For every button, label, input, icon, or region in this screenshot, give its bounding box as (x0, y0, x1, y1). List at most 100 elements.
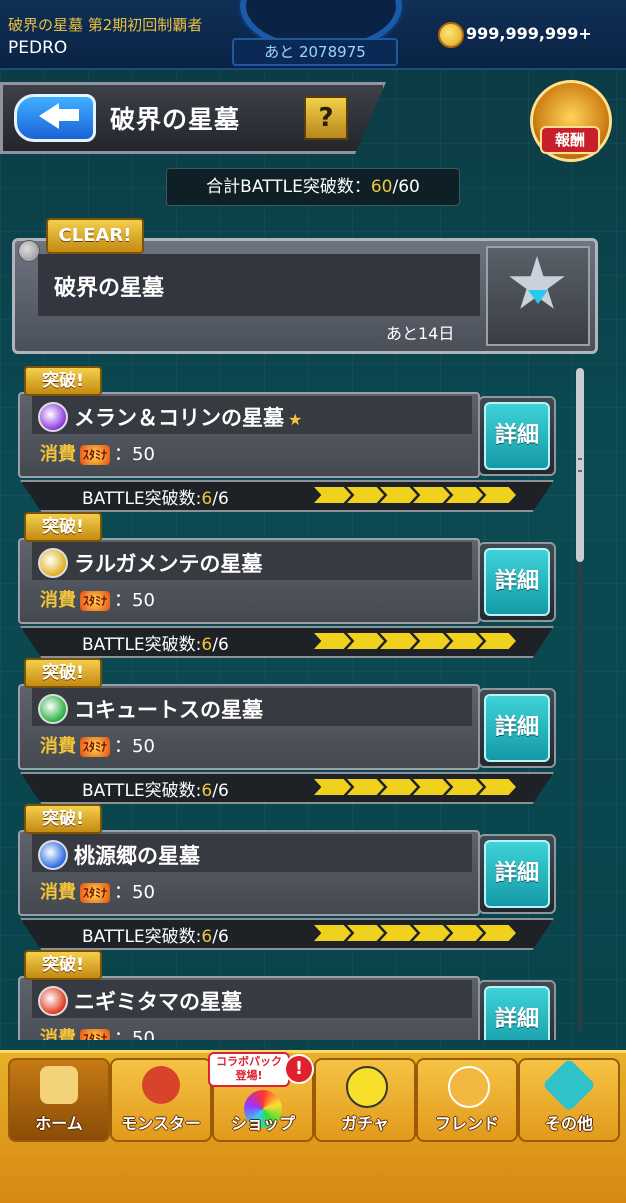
breakthrough-tag: 突破! (24, 658, 102, 688)
cost-label: 消費 (40, 590, 76, 611)
progress-chevron (479, 487, 516, 503)
breakthrough-tag: 突破! (24, 512, 102, 542)
detail-button-label[interactable]: 詳細 (484, 402, 550, 470)
cost-label: 消費 (40, 736, 76, 757)
progress-chevron (380, 925, 417, 941)
progress-chevron (413, 633, 450, 649)
nav-monster[interactable]: モンスター (110, 1058, 212, 1142)
battle-progress-bar (314, 779, 516, 795)
progress-chevron (446, 925, 483, 941)
element-icon (38, 548, 68, 578)
nav-home[interactable]: ホーム (8, 1058, 110, 1142)
home-icon (40, 1066, 78, 1104)
battle-current: 6 (201, 489, 213, 509)
battle-count: BATTLE突破数:6/6 (82, 922, 229, 947)
quest-name: 桃源郷の星墓 (74, 840, 204, 870)
quest-card[interactable]: 突破! コキュートスの星墓消費 ｽﾀﾐﾅ ：50 BATTLE突破数:6/6 詳細 (18, 658, 558, 804)
breakthrough-tag: 突破! (24, 804, 102, 834)
battle-label: BATTLE突破数: (82, 781, 202, 801)
progress-chevron (314, 779, 351, 795)
cost-row: 消費 ｽﾀﾐﾅ ：50 (40, 732, 155, 758)
gacha-egg-icon (346, 1066, 388, 1108)
stamina-icon: ｽﾀﾐﾅ (80, 591, 111, 611)
progress-chevron (380, 633, 417, 649)
collab-pack-line1: コラボパック (216, 1055, 282, 1068)
progress-chevron (347, 925, 384, 941)
quest-name-text: ラルガメンテの星墓 (74, 552, 263, 576)
nav-home-label: ホーム (35, 1114, 83, 1133)
element-icon (38, 840, 68, 870)
progress-chevron (479, 633, 516, 649)
battle-current: 6 (201, 927, 213, 947)
quest-card[interactable]: 突破! 桃源郷の星墓消費 ｽﾀﾐﾅ ：50 BATTLE突破数:6/6 詳細 (18, 804, 558, 950)
nav-friend-label: フレンド (434, 1114, 499, 1133)
battle-max: /6 (212, 927, 229, 947)
battle-label: BATTLE突破数: (82, 635, 202, 655)
progress-chevron (479, 779, 516, 795)
progress-chevron (413, 925, 450, 941)
element-icon (38, 402, 68, 432)
nav-other-label: その他 (544, 1114, 593, 1133)
progress-chevron (347, 487, 384, 503)
cost-value: ：50 (114, 736, 155, 757)
cost-value: ：50 (114, 882, 155, 903)
collab-pack-line2: 登場! (235, 1069, 263, 1082)
progress-chevron (446, 487, 483, 503)
cost-row: 消費 ｽﾀﾐﾅ ：50 (40, 878, 155, 904)
quest-card[interactable]: 突破! メラン＆コリンの星墓 ★ 消費 ｽﾀﾐﾅ ：50 BATTLE突破数:6/6 詳細 (18, 366, 558, 512)
cost-row: 消費 ｽﾀﾐﾅ ：50 (40, 440, 155, 466)
detail-button-label[interactable]: 詳細 (484, 694, 550, 762)
battle-count: BATTLE突破数:6/6 (82, 484, 229, 509)
cost-label: 消費 (40, 1028, 76, 1040)
friend-icon (448, 1066, 490, 1108)
monster-icon (142, 1066, 180, 1104)
detail-button-label[interactable]: 詳細 (484, 986, 550, 1040)
breakthrough-tag: 突破! (24, 366, 102, 396)
battle-current: 6 (201, 781, 213, 801)
battle-progress-bar (314, 925, 516, 941)
stamina-icon: ｽﾀﾐﾅ (80, 883, 111, 903)
progress-chevron (347, 633, 384, 649)
progress-chevron (446, 779, 483, 795)
battle-max: /6 (212, 781, 229, 801)
progress-chevron (380, 779, 417, 795)
quest-name-text: コキュートスの星墓 (74, 698, 263, 722)
cost-row: 消費 ｽﾀﾐﾅ ：50 (40, 1024, 155, 1040)
battle-progress-bar (314, 633, 516, 649)
alert-icon: ! (284, 1054, 314, 1084)
nav-gacha[interactable]: ガチャ (314, 1058, 416, 1142)
nav-friend[interactable]: フレンド (416, 1058, 518, 1142)
cost-value: ：50 (114, 590, 155, 611)
breakthrough-tag: 突破! (24, 950, 102, 980)
battle-current: 6 (201, 635, 213, 655)
other-menu-icon (542, 1058, 596, 1112)
quest-card[interactable]: 突破! ラルガメンテの星墓消費 ｽﾀﾐﾅ ：50 BATTLE突破数:6/6 詳細 (18, 512, 558, 658)
cost-value: ：50 (114, 1028, 155, 1040)
quest-card[interactable]: 突破! ニギミタマの星墓消費 ｽﾀﾐﾅ ：50 詳細 (18, 950, 558, 1040)
battle-label: BATTLE突破数: (82, 489, 202, 509)
battle-max: /6 (212, 635, 229, 655)
progress-chevron (380, 487, 417, 503)
detail-button-label[interactable]: 詳細 (484, 840, 550, 908)
progress-chevron (314, 925, 351, 941)
quest-name-text: メラン＆コリンの星墓 (74, 406, 284, 430)
quest-list: 突破! メラン＆コリンの星墓 ★ 消費 ｽﾀﾐﾅ ：50 BATTLE突破数:6/6 詳細 突破… (0, 0, 626, 1040)
nav-other[interactable]: その他 (518, 1058, 620, 1142)
quest-name: ラルガメンテの星墓 (74, 548, 266, 578)
battle-progress-bar (314, 487, 516, 503)
star-icon: ★ (288, 410, 303, 429)
progress-chevron (446, 633, 483, 649)
quest-name: メラン＆コリンの星墓 ★ (74, 402, 302, 432)
quest-name-text: ニギミタマの星墓 (74, 990, 242, 1014)
detail-button-label[interactable]: 詳細 (484, 548, 550, 616)
progress-chevron (413, 779, 450, 795)
battle-count: BATTLE突破数:6/6 (82, 776, 229, 801)
cost-label: 消費 (40, 882, 76, 903)
collab-pack-tag[interactable]: コラボパック 登場! (208, 1052, 290, 1087)
progress-chevron (479, 925, 516, 941)
nav-gacha-label: ガチャ (341, 1114, 389, 1133)
progress-chevron (314, 487, 351, 503)
battle-label: BATTLE突破数: (82, 927, 202, 947)
quest-name: ニギミタマの星墓 (74, 986, 246, 1016)
quest-name-text: 桃源郷の星墓 (74, 844, 200, 868)
